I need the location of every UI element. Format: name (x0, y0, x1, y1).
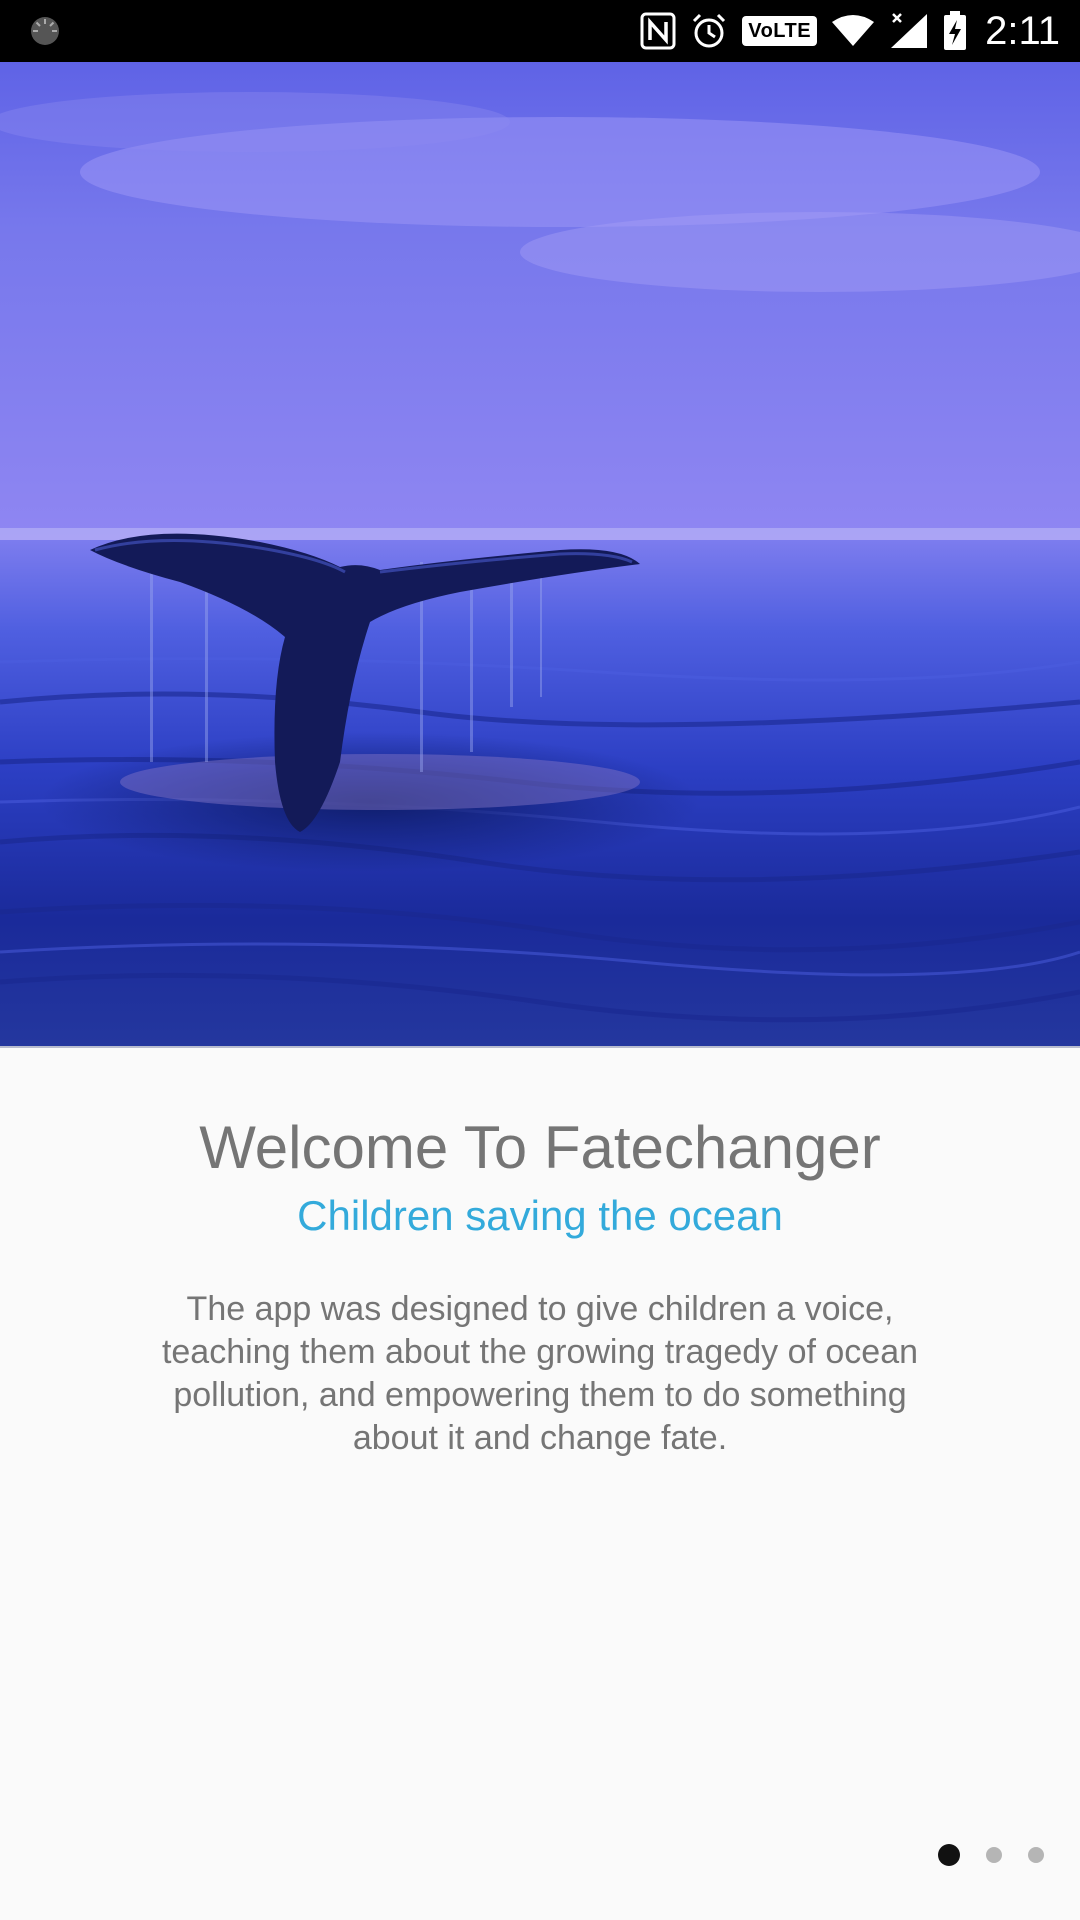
page-description: The app was designed to give children a … (161, 1290, 919, 1457)
hero-image (0, 62, 1080, 1048)
page-subtitle: Children saving the ocean (297, 1192, 783, 1239)
cellular-signal-icon (889, 0, 929, 62)
alarm-icon (690, 0, 728, 62)
whale-tail-image (0, 62, 1080, 1046)
status-bar: VoLTE 2:11 (0, 0, 1080, 62)
status-icons: VoLTE 2:11 (640, 0, 1060, 62)
status-clock: 2:11 (985, 9, 1060, 53)
page-title: Welcome To Fatechanger (199, 1114, 881, 1181)
nfc-icon (640, 0, 676, 62)
page-indicator-dot-3[interactable] (1028, 1847, 1044, 1863)
volte-icon: VoLTE (742, 0, 818, 62)
battery-charging-icon (943, 0, 967, 62)
onboarding-screen: VoLTE 2:11 Welcome To Fatechanger Childr… (0, 0, 1080, 1920)
loading-icon (31, 17, 59, 45)
page-indicator-dot-2[interactable] (986, 1847, 1002, 1863)
volte-label: VoLTE (742, 16, 818, 46)
page-indicator-dot-1[interactable] (938, 1844, 960, 1866)
page-indicator (938, 1844, 1044, 1866)
wifi-icon (831, 0, 875, 62)
